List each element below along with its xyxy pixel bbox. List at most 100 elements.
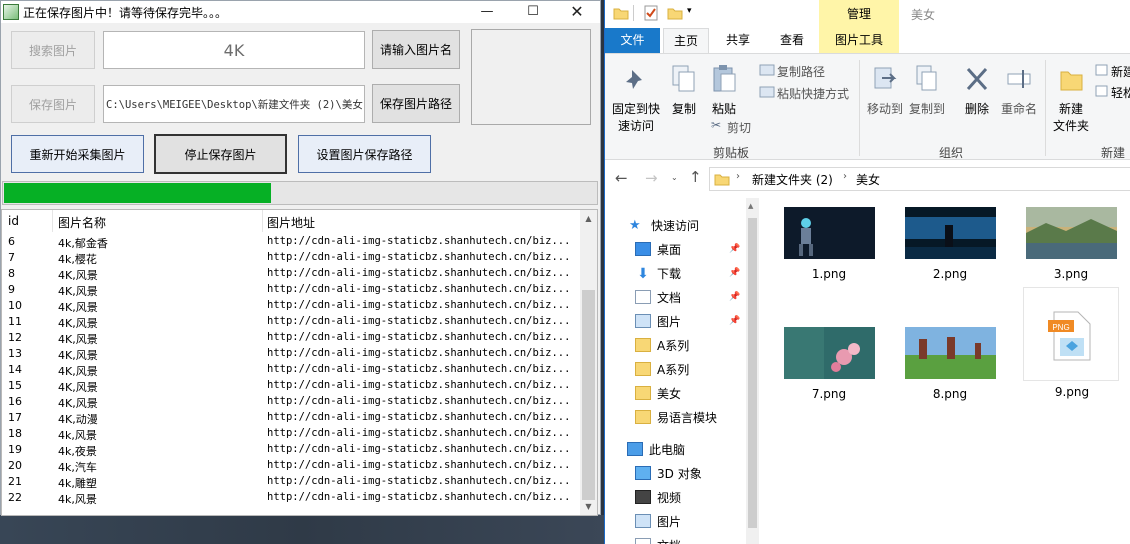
address-bar-row: ← → ⌄ ↑ › 新建文件夹 (2) › 美女 bbox=[605, 163, 1130, 195]
cell-name: 4k,雕塑 bbox=[58, 477, 97, 490]
table-row[interactable]: 22 4k,风景 http://cdn-ali-img-staticbz.shanh… bbox=[2, 490, 582, 506]
table-row[interactable]: 9 4K,风景 http://cdn-ali-img-staticbz.shanhu… bbox=[2, 282, 582, 298]
desktop-background bbox=[0, 515, 604, 544]
table-row[interactable]: 13 4K,风景 http://cdn-ali-img-staticbz.shanh… bbox=[2, 346, 582, 362]
move-to-button[interactable]: 移动到 bbox=[863, 64, 907, 118]
title-bar: 正在保存图片中！请等待保存完毕。。。 — ☐ ✕ bbox=[1, 1, 600, 23]
table-row[interactable]: 14 4K,风景 http://cdn-ali-img-staticbz.shanh… bbox=[2, 362, 582, 378]
copy-button[interactable]: 复制 bbox=[667, 64, 701, 118]
scroll-up-icon[interactable]: ▲ bbox=[580, 210, 597, 227]
nav-item-a-series-2[interactable]: A系列 bbox=[635, 358, 689, 380]
nav-scroll-thumb[interactable] bbox=[748, 218, 757, 528]
table-row[interactable]: 8 4K,风景 http://cdn-ali-img-staticbz.shanhu… bbox=[2, 266, 582, 282]
nav-item-videos[interactable]: 视频 bbox=[635, 486, 681, 508]
context-tab-manage[interactable]: 管理 bbox=[819, 0, 899, 28]
table-row[interactable]: 20 4k,汽车 http://cdn-ali-img-staticbz.shanh… bbox=[2, 458, 582, 474]
cell-name: 4k,汽车 bbox=[58, 461, 97, 474]
recent-locations-icon[interactable]: ⌄ bbox=[671, 173, 678, 182]
table-row[interactable]: 19 4k,夜景 http://cdn-ali-img-staticbz.shanh… bbox=[2, 442, 582, 458]
tab-share[interactable]: 共享 bbox=[715, 28, 761, 53]
address-box[interactable]: › 新建文件夹 (2) › 美女 bbox=[709, 167, 1130, 191]
scroll-down-icon[interactable]: ▼ bbox=[580, 498, 597, 515]
up-arrow-icon[interactable]: ↑ bbox=[689, 168, 702, 186]
file-tile-9[interactable]: PNG 9.png bbox=[1023, 287, 1119, 399]
nav-scroll-up-icon[interactable]: ▲ bbox=[748, 202, 753, 210]
table-header: id 图片名称 图片地址 bbox=[2, 210, 582, 232]
save-path-input[interactable]: C:\Users\MEIGEE\Desktop\新建文件夹 (2)\美女 bbox=[103, 85, 365, 123]
nav-this-pc[interactable]: 此电脑 bbox=[627, 438, 685, 460]
tab-picture-tools[interactable]: 图片工具 bbox=[819, 28, 899, 53]
forward-arrow-icon[interactable]: → bbox=[645, 169, 658, 187]
header-url[interactable]: 图片地址 bbox=[267, 214, 315, 231]
easy-access-button[interactable]: 轻松 bbox=[1111, 84, 1130, 101]
set-save-path-button[interactable]: 设置图片保存路径 bbox=[298, 135, 431, 173]
tab-home[interactable]: 主页 bbox=[663, 28, 709, 53]
table-row[interactable]: 17 4K,动漫 http://cdn-ali-img-staticbz.shanh… bbox=[2, 410, 582, 426]
table-row[interactable]: 16 4K,风景 http://cdn-ali-img-staticbz.shanh… bbox=[2, 394, 582, 410]
properties-icon[interactable] bbox=[643, 5, 659, 21]
nav-item-pc-pictures[interactable]: 图片 bbox=[635, 510, 681, 532]
scroll-thumb[interactable] bbox=[582, 290, 595, 500]
tab-view[interactable]: 查看 bbox=[769, 28, 815, 53]
file-tile-1[interactable]: 1.png bbox=[781, 207, 877, 281]
back-arrow-icon[interactable]: ← bbox=[615, 169, 628, 187]
nav-item-desktop[interactable]: 桌面 bbox=[635, 238, 681, 260]
file-tile-7[interactable]: 7.png bbox=[781, 327, 877, 401]
table-row[interactable]: 7 4k,樱花 http://cdn-ali-img-staticbz.shanhu… bbox=[2, 250, 582, 266]
new-folder-icon[interactable] bbox=[667, 6, 683, 20]
table-row[interactable]: 12 4K,风景 http://cdn-ali-img-staticbz.shanh… bbox=[2, 330, 582, 346]
table-row[interactable]: 6 4k,郁金香 http://cdn-ali-img-staticbz.shanh… bbox=[2, 234, 582, 250]
customize-qat-icon[interactable]: ▾ bbox=[687, 6, 692, 16]
cell-name: 4K,风景 bbox=[58, 301, 98, 314]
table-row[interactable]: 21 4k,雕塑 http://cdn-ali-img-staticbz.shanh… bbox=[2, 474, 582, 490]
file-tile-8[interactable]: 8.png bbox=[902, 327, 998, 401]
paste-button[interactable]: 粘贴 bbox=[707, 64, 741, 118]
cut-button[interactable]: 剪切 bbox=[727, 119, 751, 136]
stop-save-button[interactable]: 停止保存图片 bbox=[154, 134, 287, 174]
maximize-button[interactable]: ☐ bbox=[510, 1, 556, 23]
delete-button[interactable]: 删除 bbox=[959, 64, 995, 118]
new-item-button[interactable]: 新建 bbox=[1111, 63, 1130, 80]
image-preview-box bbox=[471, 29, 591, 125]
table-row[interactable]: 15 4K,风景 http://cdn-ali-img-staticbz.shanh… bbox=[2, 378, 582, 394]
nav-item-documents[interactable]: 文档 bbox=[635, 286, 681, 308]
save-image-button[interactable]: 保存图片 bbox=[11, 85, 95, 123]
header-id[interactable]: id bbox=[8, 214, 19, 228]
desktop-icon bbox=[635, 242, 651, 256]
nav-scrollbar[interactable]: ▲ bbox=[746, 198, 759, 544]
nav-item-eyuyan-modules[interactable]: 易语言模块 bbox=[635, 406, 717, 428]
image-thumbnail bbox=[904, 207, 996, 259]
paste-shortcut-button[interactable]: 粘贴快捷方式 bbox=[777, 85, 849, 102]
nav-item-pictures[interactable]: 图片 bbox=[635, 310, 681, 332]
copy-path-button[interactable]: 复制路径 bbox=[777, 63, 825, 80]
nav-item-3d-objects[interactable]: 3D 对象 bbox=[635, 462, 702, 484]
pin-icon-small: 📌 bbox=[729, 292, 741, 302]
nav-item-pc-documents[interactable]: 文档 bbox=[635, 534, 681, 544]
pin-quick-access-button[interactable]: 固定到快 速访问 bbox=[610, 68, 662, 135]
file-tile-2[interactable]: 2.png bbox=[902, 207, 998, 281]
copy-to-button[interactable]: 复制到 bbox=[905, 64, 949, 118]
breadcrumb-parent[interactable]: 新建文件夹 (2) bbox=[752, 171, 833, 188]
keyword-input[interactable]: 4K bbox=[103, 31, 365, 69]
table-row[interactable]: 18 4k,风景 http://cdn-ali-img-staticbz.shanh… bbox=[2, 426, 582, 442]
file-tile-3[interactable]: 3.png bbox=[1023, 207, 1119, 281]
nav-item-downloads[interactable]: ⬇ 下载 bbox=[635, 262, 681, 284]
input-name-button[interactable]: 请输入图片名 bbox=[372, 30, 460, 69]
close-button[interactable]: ✕ bbox=[554, 1, 600, 23]
restart-collect-button[interactable]: 重新开始采集图片 bbox=[11, 135, 144, 173]
table-row[interactable]: 10 4K,风景 http://cdn-ali-img-staticbz.shanh… bbox=[2, 298, 582, 314]
table-scrollbar[interactable]: ▲ ▼ bbox=[580, 210, 597, 515]
nav-item-beauty[interactable]: 美女 bbox=[635, 382, 681, 404]
cell-url: http://cdn-ali-img-staticbz.shanhutech.c… bbox=[267, 363, 571, 375]
tab-file[interactable]: 文件 bbox=[605, 28, 660, 53]
new-folder-button[interactable]: 新建 文件夹 bbox=[1049, 64, 1093, 135]
breadcrumb-current[interactable]: 美女 bbox=[856, 171, 880, 188]
table-row[interactable]: 11 4K,风景 http://cdn-ali-img-staticbz.shanh… bbox=[2, 314, 582, 330]
header-name[interactable]: 图片名称 bbox=[58, 214, 106, 231]
save-path-button[interactable]: 保存图片路径 bbox=[372, 84, 460, 123]
nav-item-a-series-1[interactable]: A系列 bbox=[635, 334, 689, 356]
rename-button[interactable]: 重命名 bbox=[997, 64, 1041, 118]
search-image-button[interactable]: 搜索图片 bbox=[11, 31, 95, 69]
nav-quick-access[interactable]: ★ 快速访问 bbox=[629, 214, 699, 236]
minimize-button[interactable]: — bbox=[464, 1, 510, 23]
